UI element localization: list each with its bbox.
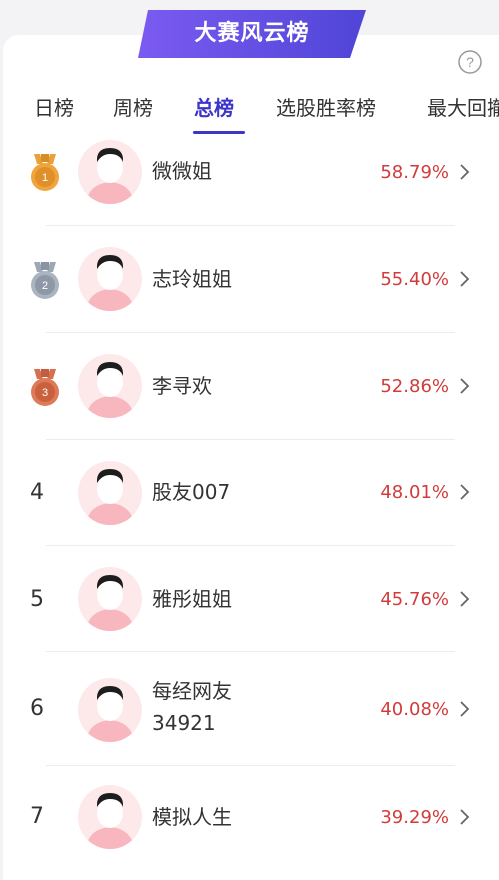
user-name: 李寻欢 [152,374,212,398]
list-item[interactable]: 5 雅彤姐姐 45.76% [0,546,499,652]
list-item[interactable]: 6 每经网友 34921 40.08% [0,652,499,766]
win-rate: 45.76% [380,589,449,610]
chevron-right-icon [458,589,472,609]
avatar [78,678,142,742]
user-name: 志玲姐姐 [152,267,232,291]
win-rate: 55.40% [380,269,449,290]
silver-medal-icon: 2 [29,262,61,300]
help-icon[interactable]: ? [458,50,482,74]
svg-text:2: 2 [42,280,48,292]
list-item[interactable]: 4 股友007 48.01% [0,440,499,546]
win-rate: 48.01% [380,482,449,503]
chevron-right-icon [458,807,472,827]
win-rate: 40.08% [380,699,449,720]
avatar [78,247,142,311]
list-item[interactable]: 7 模拟人生 39.29% [0,766,499,874]
avatar [78,567,142,631]
active-tab-indicator [193,131,245,134]
win-rate: 58.79% [380,162,449,183]
chevron-right-icon [458,269,472,289]
tab-total[interactable]: 总榜 [194,88,234,128]
tab-daily[interactable]: 日榜 [34,88,74,128]
svg-text:?: ? [466,54,474,70]
win-rate: 39.29% [380,807,449,828]
rank-number: 4 [30,480,44,505]
tab-stock-win-rate[interactable]: 选股胜率榜 [276,88,376,128]
title-banner: 大赛风云榜 [138,10,366,58]
avatar [78,354,142,418]
user-name: 股友007 [152,480,231,504]
rank-number: 6 [30,696,44,721]
tab-bar: 日榜 周榜 总榜 选股胜率榜 最大回撤 [0,88,499,136]
rank-number: 5 [30,587,44,612]
svg-text:3: 3 [42,387,48,399]
bronze-medal-icon: 3 [29,369,61,407]
user-name-line2: 34921 [152,711,216,735]
win-rate: 52.86% [380,376,449,397]
chevron-right-icon [458,376,472,396]
chevron-right-icon [458,482,472,502]
user-name: 雅彤姐姐 [152,587,232,611]
chevron-right-icon [458,699,472,719]
svg-text:1: 1 [42,172,48,184]
gold-medal-icon: 1 [29,154,61,192]
user-name: 微微姐 [152,159,212,183]
tab-weekly[interactable]: 周榜 [113,88,153,128]
chevron-right-icon [458,162,472,182]
user-name: 模拟人生 [152,805,232,829]
list-item[interactable]: 2 志玲姐姐 55.40% [0,226,499,333]
user-name: 每经网友 [152,679,232,703]
page-title: 大赛风云榜 [194,21,310,46]
avatar [78,140,142,204]
list-item[interactable]: 3 李寻欢 52.86% [0,333,499,440]
tab-max-drawdown[interactable]: 最大回撤 [427,88,499,128]
avatar [78,785,142,849]
avatar [78,461,142,525]
rank-number: 7 [30,804,44,829]
